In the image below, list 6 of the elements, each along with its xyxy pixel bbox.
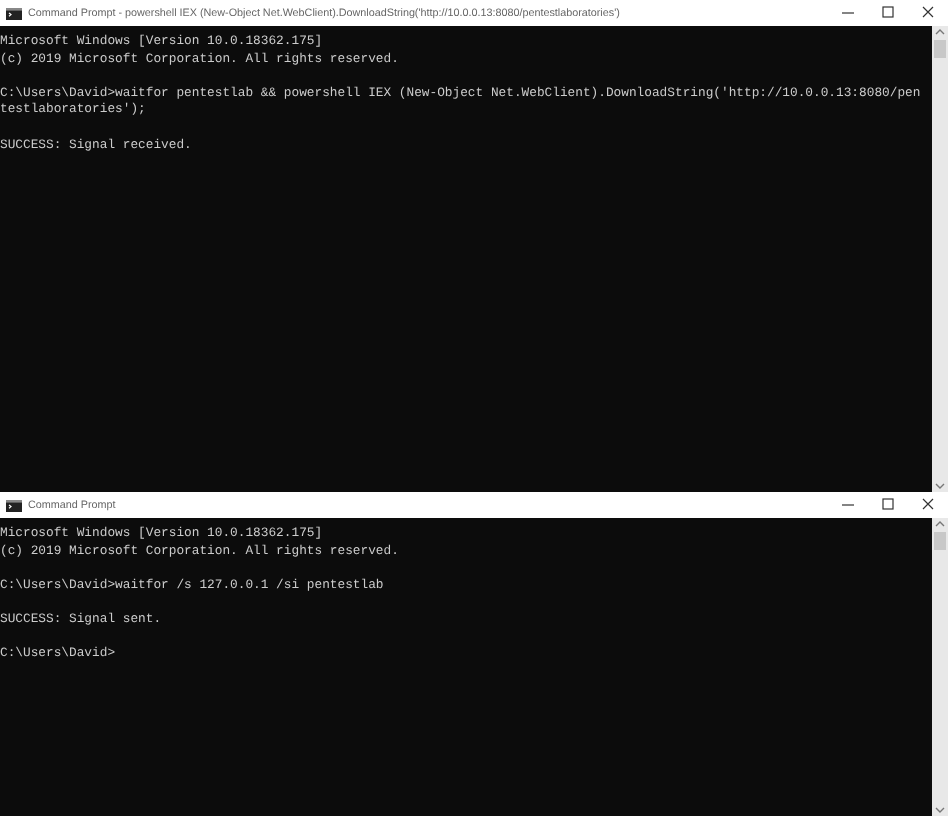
scrollbar-thumb[interactable] [934,40,946,58]
console-icon [6,499,22,511]
scrollbar-thumb[interactable] [934,532,946,550]
scrollbar[interactable] [932,518,948,816]
console-icon [6,7,22,19]
scrollbar[interactable] [932,26,948,492]
